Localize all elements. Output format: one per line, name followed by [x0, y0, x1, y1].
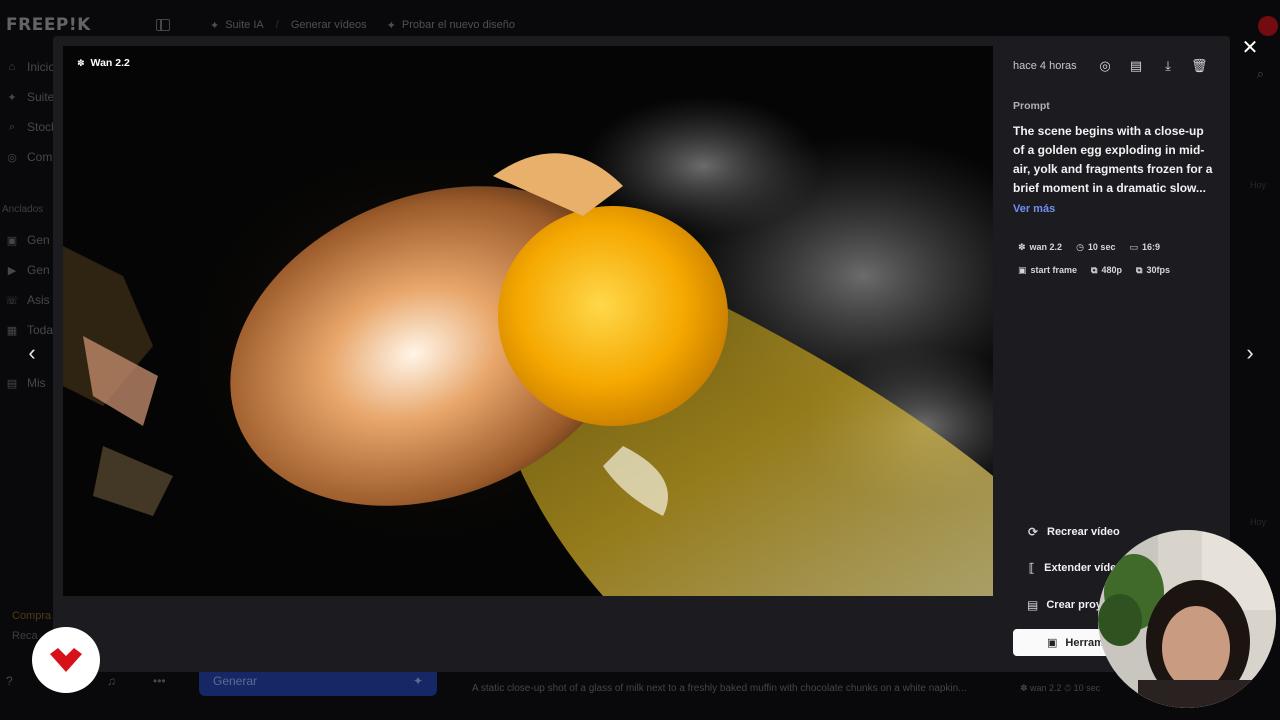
webcam-overlay	[1098, 530, 1276, 708]
model-tag: ✽ Wan 2.2	[77, 57, 130, 69]
chip-label: 30fps	[1146, 265, 1170, 275]
resolution-icon: ⧉	[1091, 264, 1098, 275]
chip-row-1: ✽ wan 2.2 ◷ 10 sec ▭ 16:9	[1013, 237, 1165, 257]
chip-label: 10 sec	[1087, 242, 1116, 252]
app-root: FREEP!K ✦ Suite IA / Generar vídeos ✦ Pr…	[0, 0, 1280, 720]
brand-heart-icon	[50, 648, 82, 672]
presenter-image	[1098, 530, 1276, 708]
clock-icon: ◷	[1076, 241, 1084, 252]
previous-arrow-icon[interactable]: ‹	[22, 342, 42, 364]
close-icon[interactable]: ✕	[1240, 38, 1260, 58]
extend-icon: ⟦	[1028, 561, 1035, 575]
video-player[interactable]	[63, 46, 993, 596]
fps-icon: ⧉	[1136, 264, 1143, 275]
chip-label: wan 2.2	[1029, 242, 1063, 252]
chip-row-2: ▣ start frame ⧉ 480p ⧉ 30fps	[1013, 260, 1175, 280]
aspect-ratio-chip: ▭ 16:9	[1124, 237, 1165, 257]
duration-chip: ◷ 10 sec	[1071, 237, 1120, 257]
extend-video-button[interactable]: ⟦ Extender vídeo	[1013, 555, 1123, 581]
chip-label: 16:9	[1141, 242, 1160, 252]
aspect-ratio-icon: ▭	[1129, 241, 1138, 252]
image-icon: ▣	[1018, 264, 1027, 275]
project-icon: ▤	[1027, 598, 1039, 612]
brand-badge	[32, 627, 100, 693]
fps-chip: ⧉ 30fps	[1131, 260, 1175, 280]
next-arrow-icon[interactable]: ›	[1240, 342, 1260, 364]
start-frame-chip: ▣ start frame	[1013, 260, 1082, 280]
refresh-icon: ⟳	[1027, 525, 1039, 539]
see-more-link[interactable]: Ver más	[1013, 203, 1055, 215]
action-label: Recrear vídeo	[1047, 526, 1120, 538]
download-icon[interactable]: ⤓	[1160, 58, 1176, 74]
recreate-video-button[interactable]: ⟳ Recrear vídeo	[1013, 519, 1123, 545]
prompt-label: Prompt	[1013, 100, 1050, 112]
trash-icon[interactable]: 🗑	[1191, 58, 1208, 74]
model-tag-label: Wan 2.2	[90, 57, 130, 69]
video-frame-image	[63, 46, 993, 596]
globe-icon[interactable]: ◎	[1097, 58, 1113, 74]
resolution-chip: ⧉ 480p	[1086, 260, 1127, 280]
folder-add-icon[interactable]: ▤	[1128, 58, 1144, 74]
model-chip: ✽ wan 2.2	[1013, 237, 1067, 257]
model-icon: ✽	[1018, 241, 1026, 252]
model-icon: ✽	[77, 57, 85, 68]
prompt-text: The scene begins with a close-up of a go…	[1013, 124, 1213, 195]
timestamp: hace 4 horas	[1013, 60, 1077, 72]
tools-icon: ▣	[1047, 637, 1058, 649]
chip-label: start frame	[1030, 265, 1078, 275]
chip-label: 480p	[1101, 265, 1122, 275]
